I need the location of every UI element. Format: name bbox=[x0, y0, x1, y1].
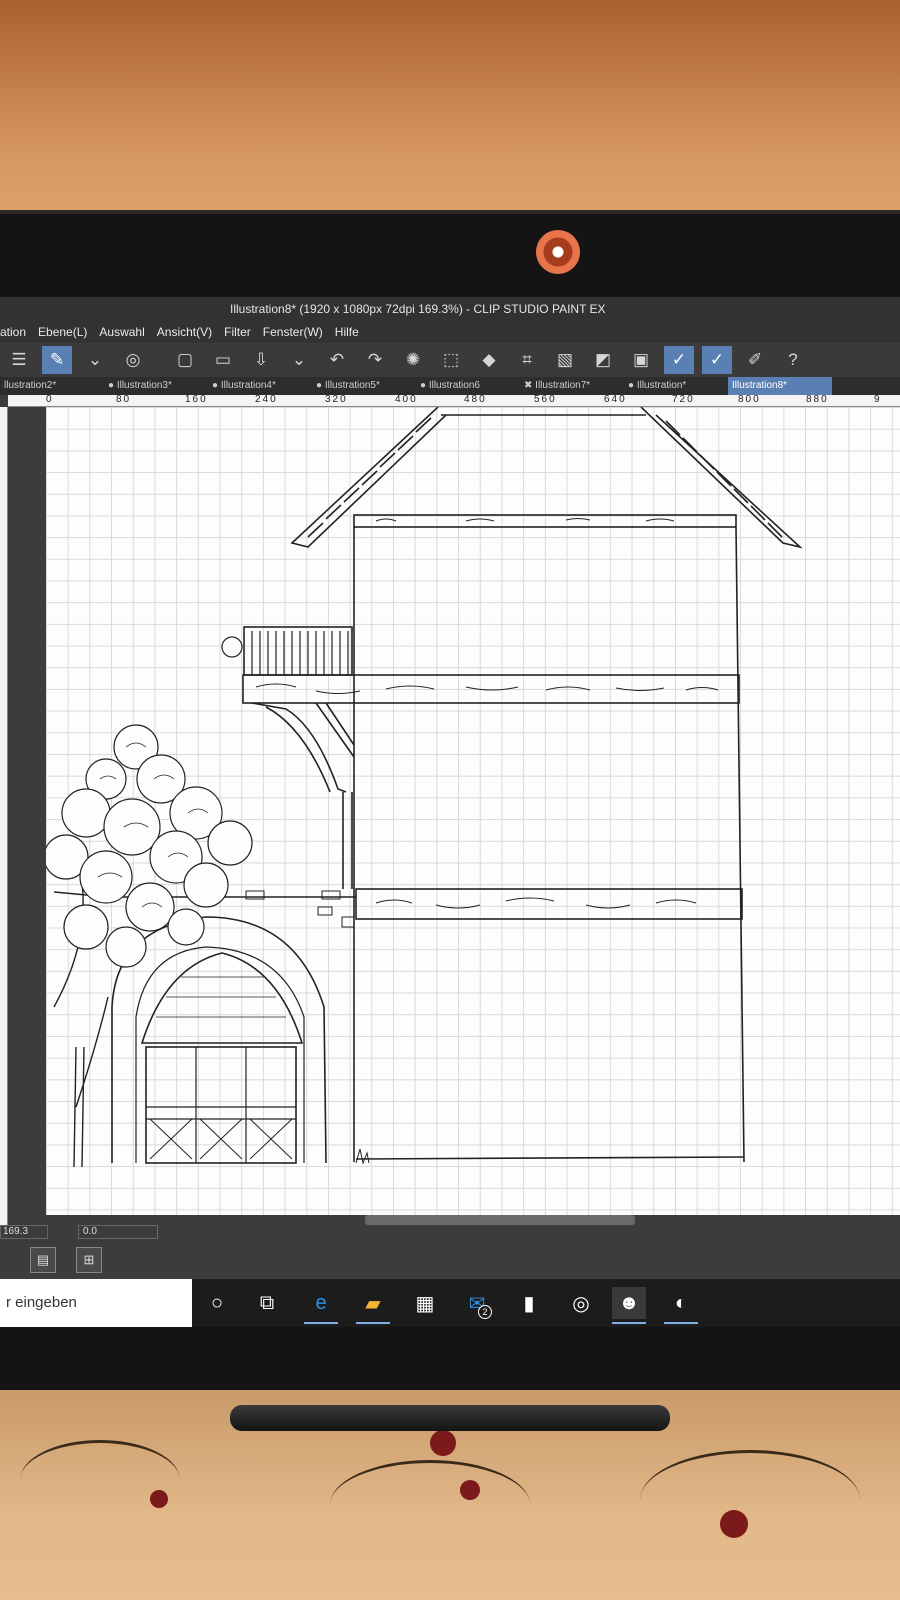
tab-illustration6[interactable]: ● Illustration6 bbox=[416, 377, 520, 395]
menu-bar: ation Ebene(L) Auswahl Ansicht(V) Filter… bbox=[0, 321, 900, 343]
swirl-icon[interactable]: ◎ bbox=[118, 346, 148, 374]
chevron-down-icon[interactable]: ⌄ bbox=[80, 346, 110, 374]
mail-badge: 2 bbox=[478, 1305, 492, 1319]
menu-item-animation[interactable]: ation bbox=[0, 321, 26, 343]
task-view-icon[interactable]: ⧉ bbox=[250, 1287, 284, 1319]
flower-pattern bbox=[460, 1480, 480, 1500]
frame-icon[interactable]: ▣ bbox=[626, 346, 656, 374]
undo-icon[interactable]: ↶ bbox=[322, 346, 352, 374]
vine-pattern bbox=[640, 1450, 860, 1550]
menu-icon[interactable]: ☰ bbox=[4, 346, 34, 374]
layer-list-icon[interactable]: ▤ bbox=[30, 1247, 56, 1273]
layer-panel-controls: ▤ ⊞ bbox=[0, 1239, 900, 1279]
rotation-angle[interactable]: 0.0 bbox=[78, 1225, 158, 1239]
ruler-label: 720 bbox=[672, 394, 695, 405]
tab-illustration5[interactable]: ● Illustration5* bbox=[312, 377, 416, 395]
ruler-label: 800 bbox=[738, 394, 761, 405]
horizontal-ruler: 0 80 160 240 320 400 480 560 640 720 800… bbox=[8, 394, 900, 407]
clip-studio-paint-icon[interactable]: ☻ bbox=[612, 1287, 646, 1324]
mail-icon[interactable]: ✉ 2 bbox=[460, 1287, 494, 1319]
menu-item-auswahl[interactable]: Auswahl bbox=[99, 321, 144, 343]
file-explorer-icon[interactable]: ▰ bbox=[356, 1287, 390, 1324]
stylus-pen bbox=[230, 1405, 670, 1431]
flower-pattern bbox=[720, 1510, 748, 1538]
save-icon[interactable]: ⇩ bbox=[246, 346, 276, 374]
clear-icon[interactable]: ▧ bbox=[550, 346, 580, 374]
menu-item-hilfe[interactable]: Hilfe bbox=[335, 321, 359, 343]
pen-line-icon[interactable]: ✐ bbox=[740, 346, 770, 374]
ruler-label: 400 bbox=[395, 394, 418, 405]
window-title: Illustration8* (1920 x 1080px 72dpi 169.… bbox=[0, 297, 900, 321]
canvas-gutter bbox=[8, 407, 46, 1225]
command-bar: ☰ ✎ ⌄ ◎ ▢ ▭ ⇩ ⌄ ↶ ↷ ✺ ⬚ ◆ ⌗ ▧ ◩ ▣ ✓ ✓ ✐ bbox=[0, 343, 900, 377]
ruler-label: 880 bbox=[806, 394, 829, 405]
ruler-label: 560 bbox=[534, 394, 557, 405]
ruler-label: 160 bbox=[185, 394, 208, 405]
fill-gray-icon[interactable]: ◩ bbox=[588, 346, 618, 374]
menu-item-fenster[interactable]: Fenster(W) bbox=[263, 321, 323, 343]
flower-pattern bbox=[430, 1430, 456, 1456]
spinner-icon[interactable]: ✺ bbox=[398, 346, 428, 374]
menu-item-ebene[interactable]: Ebene(L) bbox=[38, 321, 87, 343]
help-icon[interactable]: ? bbox=[778, 346, 808, 374]
tab-illustration2[interactable]: llustration2* bbox=[0, 377, 104, 395]
vertical-ruler bbox=[0, 407, 8, 1225]
chevron-down-icon[interactable]: ⌄ bbox=[284, 346, 314, 374]
tab-illustration7[interactable]: ✖ Illustration7* bbox=[520, 377, 624, 395]
tab-illustration8[interactable]: Illustration8* bbox=[728, 377, 832, 395]
bedsheet-background bbox=[0, 0, 900, 215]
ruler-label: 80 bbox=[116, 394, 132, 405]
menu-item-filter[interactable]: Filter bbox=[224, 321, 251, 343]
store-icon[interactable]: ▦ bbox=[408, 1287, 442, 1319]
redo-icon[interactable]: ↷ bbox=[360, 346, 390, 374]
tab-illustration3[interactable]: ● Illustration3* bbox=[104, 377, 208, 395]
cortana-icon[interactable]: ○ bbox=[200, 1287, 234, 1319]
transform-icon[interactable]: ⌗ bbox=[512, 346, 542, 374]
document-tabs: llustration2* ● Illustration3* ● Illustr… bbox=[0, 377, 900, 395]
monitor-bezel: Illustration8* (1920 x 1080px 72dpi 169.… bbox=[0, 210, 900, 1410]
zoom-level[interactable]: 169.3 bbox=[0, 1225, 48, 1239]
brush-tool-icon[interactable]: ✎ bbox=[42, 346, 72, 374]
brush-check-icon[interactable]: ✓ bbox=[702, 346, 732, 374]
flower-pattern bbox=[150, 1490, 168, 1508]
webcam-icon bbox=[536, 230, 580, 274]
ruler-label: 240 bbox=[255, 394, 278, 405]
menu-item-ansicht[interactable]: Ansicht(V) bbox=[157, 321, 212, 343]
layer-settings-icon[interactable]: ⊞ bbox=[76, 1247, 102, 1273]
ruler-label: 320 bbox=[325, 394, 348, 405]
ruler-label: 0 bbox=[46, 394, 54, 405]
photo-scene: Illustration8* (1920 x 1080px 72dpi 169.… bbox=[0, 0, 900, 1600]
new-canvas-icon[interactable]: ▢ bbox=[170, 346, 200, 374]
drawing-canvas[interactable] bbox=[46, 407, 900, 1215]
screen: Illustration8* (1920 x 1080px 72dpi 169.… bbox=[0, 297, 900, 1327]
tab-illustration[interactable]: ● Illustration* bbox=[624, 377, 728, 395]
vine-pattern bbox=[20, 1440, 180, 1520]
fill-icon[interactable]: ◆ bbox=[474, 346, 504, 374]
horizontal-scrollbar[interactable] bbox=[365, 1215, 635, 1225]
ruler-label: 640 bbox=[604, 394, 627, 405]
house-drawing bbox=[46, 407, 803, 1168]
ruler-label: 9 bbox=[874, 394, 882, 405]
pen-check-icon[interactable]: ✓ bbox=[664, 346, 694, 374]
taskbar-search-input[interactable]: r eingeben bbox=[0, 1279, 192, 1327]
selection-icon[interactable]: ⬚ bbox=[436, 346, 466, 374]
vine-pattern bbox=[330, 1460, 530, 1550]
document-icon[interactable]: ▮ bbox=[512, 1287, 546, 1319]
edge-browser-icon[interactable]: e bbox=[304, 1287, 338, 1324]
windows-taskbar: r eingeben ○ ⧉ e ▰ ▦ ✉ 2 ▮ ◎ ☻ ◐ bbox=[0, 1279, 900, 1327]
ruler-label: 480 bbox=[464, 394, 487, 405]
status-bar: 169.3 0.0 bbox=[0, 1225, 900, 1239]
clip-studio-swirl-icon[interactable]: ◎ bbox=[564, 1287, 598, 1319]
open-folder-icon[interactable]: ▭ bbox=[208, 346, 238, 374]
tab-illustration4[interactable]: ● Illustration4* bbox=[208, 377, 312, 395]
app-circle-icon[interactable]: ◐ bbox=[664, 1287, 698, 1324]
